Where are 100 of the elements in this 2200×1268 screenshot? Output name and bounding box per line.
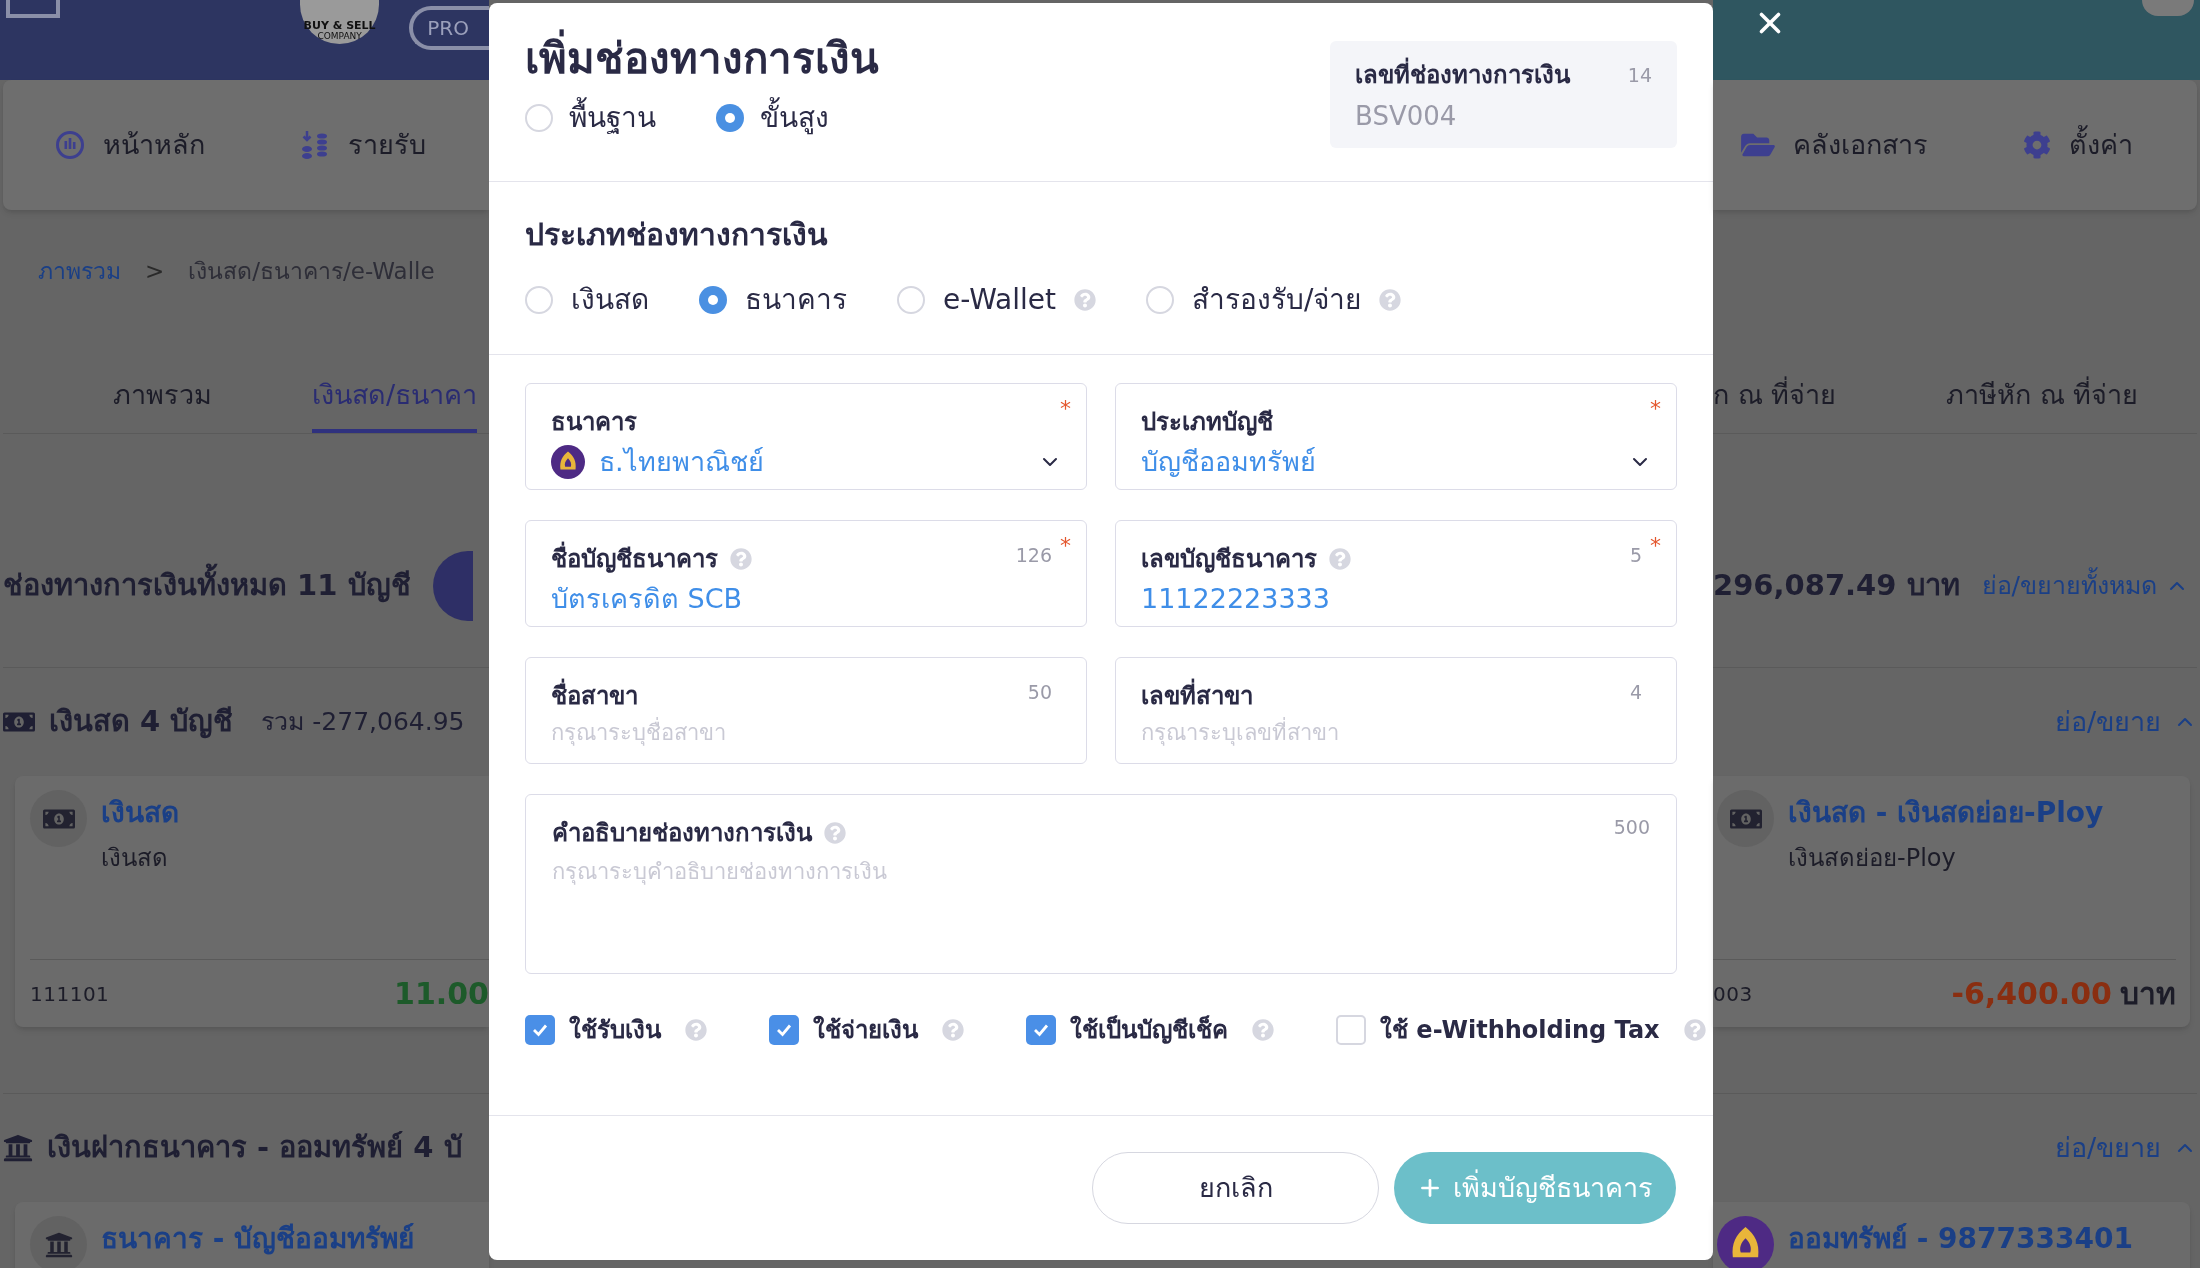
checkbox-label[interactable]: ใช้เป็นบัญชีเช็ค: [1070, 1012, 1228, 1048]
character-counter: 50: [1027, 680, 1052, 705]
account-code: 111101: [30, 980, 110, 1008]
radio-button[interactable]: [525, 286, 553, 314]
field-label: ประเภทบัญชี: [1141, 407, 1273, 438]
account-card[interactable]: เงินสด - เงินสดย่อย-Ploy เงินสดย่อย-Ploy 003 -6,400.00 บาท: [1713, 776, 2190, 1027]
checkbox-label[interactable]: ใช้ e-Withholding Tax: [1380, 1012, 1660, 1048]
help-icon[interactable]: [1379, 289, 1402, 311]
logo-subtext: COMPANY: [317, 32, 362, 41]
coins-icon: [300, 130, 330, 160]
bank-icon: [30, 1216, 87, 1268]
radio-label[interactable]: สำรองรับ/จ่าย: [1192, 279, 1362, 321]
character-counter: 500: [1613, 815, 1650, 840]
nav-item[interactable]: รายรับ: [348, 124, 426, 166]
bank-logo-icon: [1717, 1216, 1774, 1268]
help-icon[interactable]: [1329, 548, 1351, 570]
help-icon[interactable]: [942, 1019, 964, 1041]
text-field[interactable]: ชื่อบัญชีธนาคาร 126 * บัตรเครดิต SCB: [525, 520, 1087, 627]
chart-circle-icon: [55, 130, 85, 160]
dropdown[interactable]: ธนาคาร * ธ.ไทยพาณิชย์: [525, 383, 1087, 490]
avatar-icon[interactable]: [2142, 0, 2194, 16]
radio-label[interactable]: e-Wallet: [943, 279, 1056, 321]
account-code: 003: [1713, 980, 1753, 1008]
input-field[interactable]: 11122223333: [1141, 579, 1664, 620]
field-label: ธนาคาร: [551, 407, 637, 438]
card-subtitle: เงินสดย่อย-Ploy: [1788, 843, 1957, 874]
required-mark: *: [1650, 535, 1661, 557]
dropdown-value[interactable]: บัญชีออมทรัพย์: [1141, 442, 1614, 483]
field-label: คำอธิบายช่องทางการเงิน: [552, 818, 812, 849]
checkbox-label[interactable]: ใช้รับเงิน: [569, 1012, 661, 1048]
radio-label[interactable]: ขั้นสูง: [760, 97, 829, 139]
checkbox-label[interactable]: ใช้จ่ายเงิน: [813, 1012, 918, 1048]
radio-label[interactable]: เงินสด: [571, 279, 649, 321]
input-field[interactable]: บัตรเครดิต SCB: [551, 579, 1074, 620]
help-icon[interactable]: [1683, 1019, 1706, 1041]
field-label: ชื่อบัญชีธนาคาร: [551, 541, 718, 577]
character-counter: 14: [1627, 62, 1652, 88]
radio-button[interactable]: [525, 104, 553, 132]
field-label: ชื่อสาขา: [551, 678, 638, 714]
character-counter: 4: [1629, 680, 1642, 705]
radio-button[interactable]: [716, 104, 744, 132]
dropdown[interactable]: ประเภทบัญชี * บัญชีออมทรัพย์: [1115, 383, 1677, 490]
breadcrumb-link[interactable]: ภาพรวม: [38, 253, 121, 289]
character-counter: 126: [1015, 543, 1052, 568]
code-value: BSV004: [1355, 100, 1458, 133]
section-heading: ประเภทช่องทางการเงิน: [525, 216, 829, 254]
summary-title: ช่องทางการเงินทั้งหมด 11 บัญชี: [0, 563, 411, 608]
card-title[interactable]: เงินสด - เงินสดย่อย-Ploy: [1788, 792, 2104, 834]
nav-item[interactable]: คลังเอกสาร: [1793, 124, 1928, 166]
account-balance: -6,400.00: [1951, 975, 2112, 1013]
dropdown-value[interactable]: ธ.ไทยพาณิชย์: [599, 442, 1024, 483]
section-title: เงินฝากธนาคาร - ออมทรัพย์ 4 บั: [47, 1129, 462, 1167]
checkbox[interactable]: [525, 1015, 555, 1045]
card-subtitle: เงินสด: [101, 843, 169, 874]
collapse-link[interactable]: ย่อ/ขยาย: [2054, 701, 2161, 743]
card-title[interactable]: ออมทรัพย์ - 9877333401: [1788, 1218, 2133, 1260]
tab[interactable]: ภาพรวม: [113, 330, 212, 433]
help-icon[interactable]: [685, 1019, 707, 1041]
radio-label[interactable]: ธนาคาร: [745, 279, 847, 321]
bank-icon: [3, 1133, 33, 1163]
cancel-button[interactable]: ยกเลิก: [1092, 1152, 1379, 1224]
account-card[interactable]: ออมทรัพย์ - 9877333401: [1713, 1202, 2190, 1268]
tab[interactable]: เงินสด/ธนาคา: [312, 330, 478, 433]
required-mark: *: [1060, 398, 1071, 420]
code-label: เลขที่ช่องทางการเงิน: [1355, 57, 1570, 93]
help-icon[interactable]: [1074, 289, 1096, 311]
settings-icon: [2023, 131, 2051, 159]
help-icon[interactable]: [824, 822, 846, 844]
collapse-all-link[interactable]: ย่อ/ขยายทั้งหมด: [1981, 566, 2157, 605]
help-icon[interactable]: [1252, 1019, 1274, 1041]
required-mark: *: [1650, 398, 1661, 420]
radio-button[interactable]: [699, 286, 727, 314]
checkbox[interactable]: [1026, 1015, 1056, 1045]
help-icon[interactable]: [730, 548, 752, 570]
collapse-link[interactable]: ย่อ/ขยาย: [2054, 1127, 2161, 1169]
required-mark: *: [1060, 535, 1071, 557]
nav-item[interactable]: ตั้งค่า: [2069, 124, 2133, 166]
breadcrumb-current: เงินสด/ธนาคาร/e-Walle: [188, 256, 435, 286]
currency-unit: บาท: [2120, 975, 2176, 1013]
add-bank-account-button[interactable]: เพิ่มบัญชีธนาคาร: [1394, 1152, 1676, 1224]
section-title: เงินสด 4 บัญชี: [49, 703, 234, 741]
card-title[interactable]: เงินสด: [101, 792, 179, 834]
breadcrumb-separator: >: [145, 256, 165, 286]
tab[interactable]: ภาษีหัก ณ ที่จ่าย: [1946, 330, 2139, 433]
logo-icon: [6, 0, 60, 18]
radio-button[interactable]: [897, 286, 925, 314]
card-title[interactable]: ธนาคาร - บัญชีออมทรัพย์: [101, 1218, 415, 1260]
field-label: เลขบัญชีธนาคาร: [1141, 544, 1317, 575]
account-card[interactable]: เงินสด เงินสด 111101 11.00: [15, 776, 489, 1027]
account-card[interactable]: ธนาคาร - บัญชีออมทรัพย์: [15, 1202, 489, 1268]
summary-total: 296,087.49 บาท: [1713, 566, 1960, 604]
account-balance: 11.00: [394, 975, 489, 1013]
field-label: เลขที่สาขา: [1141, 678, 1253, 714]
text-field[interactable]: เลขบัญชีธนาคาร 5 * 11122223333: [1115, 520, 1677, 627]
radio-label[interactable]: พื้นฐาน: [569, 97, 656, 139]
checkbox[interactable]: [769, 1015, 799, 1045]
checkbox[interactable]: [1336, 1015, 1366, 1045]
nav-item[interactable]: หน้าหลัก: [103, 124, 205, 166]
radio-button[interactable]: [1146, 286, 1174, 314]
tab[interactable]: ก ณ ที่จ่าย: [1713, 330, 1837, 433]
